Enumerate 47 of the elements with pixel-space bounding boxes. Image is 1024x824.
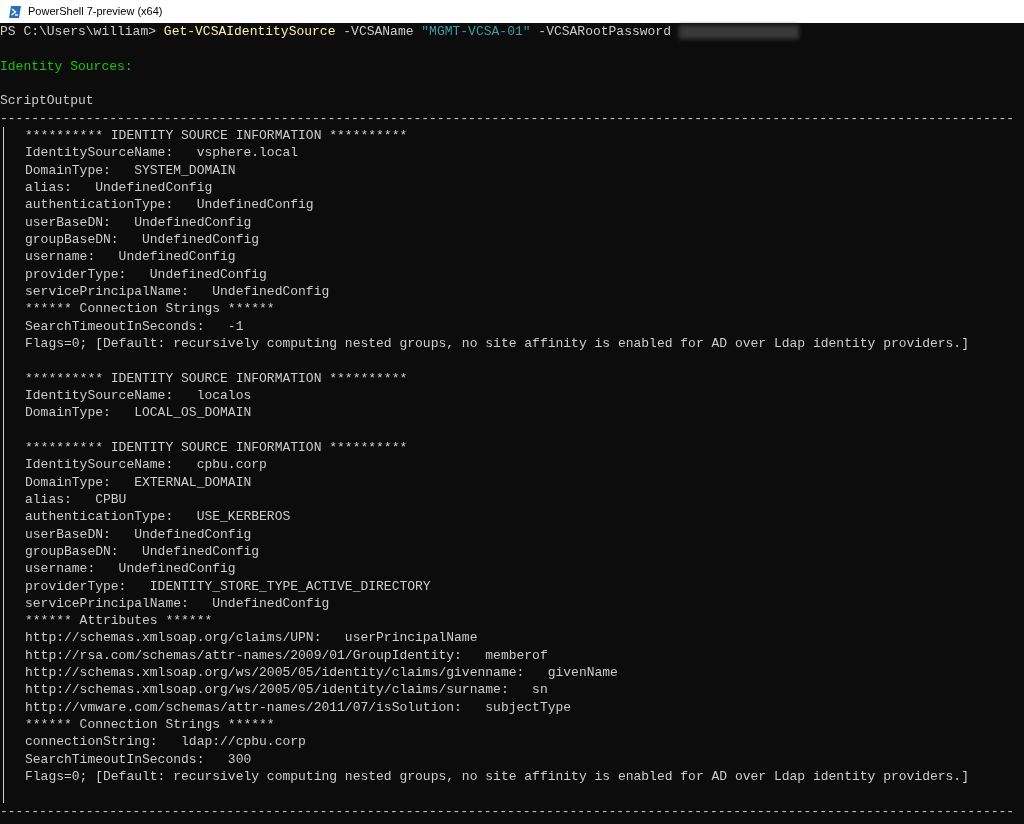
output-line: DomainType: EXTERNAL_DOMAIN bbox=[25, 474, 252, 490]
output-line: groupBaseDN: UndefinedConfig bbox=[25, 231, 260, 247]
output-line: alias: CPBU bbox=[25, 491, 127, 507]
output-line: IdentitySourceName: localos bbox=[25, 387, 252, 403]
output-line: connectionString: ldap://cpbu.corp bbox=[25, 734, 306, 750]
output-heading: Identity Sources: bbox=[0, 58, 133, 74]
output-line: http://vmware.com/schemas/attr-names/2011/07/isSolution: subjectType bbox=[25, 699, 572, 715]
output-line: http://rsa.com/schemas/attr-names/2009/01/GroupIdentity: memberof bbox=[25, 647, 548, 663]
output-line: http://schemas.xmlsoap.org/ws/2005/05/identity/claims/surname: sn bbox=[25, 682, 548, 698]
output-line: ********** IDENTITY SOURCE INFORMATION ********** bbox=[25, 370, 408, 386]
command-parameter: -VCSAName bbox=[343, 24, 414, 39]
output-line: Flags=0; [Default: recursively computing nested groups, no site affinity is enabled for AD over Ldap identity providers.] bbox=[25, 769, 969, 785]
output-line: ********** IDENTITY SOURCE INFORMATION ********** bbox=[25, 439, 408, 455]
output-line: ****** Attributes ****** bbox=[25, 613, 213, 629]
output-line: IdentitySourceName: cpbu.corp bbox=[25, 457, 267, 473]
output-line: SearchTimeoutInSeconds: 300 bbox=[25, 751, 252, 767]
output-line: authenticationType: UndefinedConfig bbox=[25, 197, 314, 213]
output-line: groupBaseDN: UndefinedConfig bbox=[25, 543, 260, 559]
output-line: servicePrincipalName: UndefinedConfig bbox=[25, 595, 330, 611]
output-line: userBaseDN: UndefinedConfig bbox=[25, 526, 252, 542]
output-line: ****** Connection Strings ****** bbox=[25, 301, 275, 317]
output-line: username: UndefinedConfig bbox=[25, 249, 236, 265]
output-line: alias: UndefinedConfig bbox=[25, 179, 213, 195]
output-line: providerType: IDENTITY_STORE_TYPE_ACTIVE_DIRECTORY bbox=[25, 578, 431, 594]
terminal-icon bbox=[8, 4, 22, 19]
output-line: username: UndefinedConfig bbox=[25, 561, 236, 577]
separator-line: ---------------------------------------------------------------------------------------------------------------------------------- bbox=[0, 110, 1015, 126]
output-line: IdentitySourceName: vsphere.local bbox=[25, 145, 299, 161]
string-argument: "MGMT-VCSA-01" bbox=[421, 24, 531, 39]
output-line: SearchTimeoutInSeconds: -1 bbox=[25, 318, 244, 334]
separator-line: ---------------------------------------------------------------------------------------------------------------------------------- bbox=[0, 803, 1015, 819]
output-line: servicePrincipalName: UndefinedConfig bbox=[25, 283, 330, 299]
output-line: ********** IDENTITY SOURCE INFORMATION ********** bbox=[25, 127, 408, 143]
output-line: DomainType: LOCAL_OS_DOMAIN bbox=[25, 405, 252, 421]
output-line: providerType: UndefinedConfig bbox=[25, 266, 267, 282]
window-title: PowerShell 7-preview (x64) bbox=[28, 4, 163, 20]
output-line: DomainType: SYSTEM_DOMAIN bbox=[25, 162, 236, 178]
prompt-path: PS C:\Users\william> bbox=[0, 24, 158, 39]
output-line: Flags=0; [Default: recursively computing nested groups, no site affinity is enabled for AD over Ldap identity providers.] bbox=[25, 335, 969, 351]
command-parameter: -VCSARootPassword bbox=[538, 24, 671, 39]
output-line: userBaseDN: UndefinedConfig bbox=[25, 214, 252, 230]
output-line: authenticationType: USE_KERBEROS bbox=[25, 509, 291, 525]
command-name: Get-VCSAIdentitySource bbox=[163, 24, 336, 39]
output-line: http://schemas.xmlsoap.org/ws/2005/05/identity/claims/givenname: givenName bbox=[25, 665, 618, 681]
output-label: ScriptOutput bbox=[0, 93, 94, 109]
output-line: http://schemas.xmlsoap.org/claims/UPN: userPrincipalName bbox=[25, 630, 478, 646]
output-line: ****** Connection Strings ****** bbox=[25, 717, 275, 733]
